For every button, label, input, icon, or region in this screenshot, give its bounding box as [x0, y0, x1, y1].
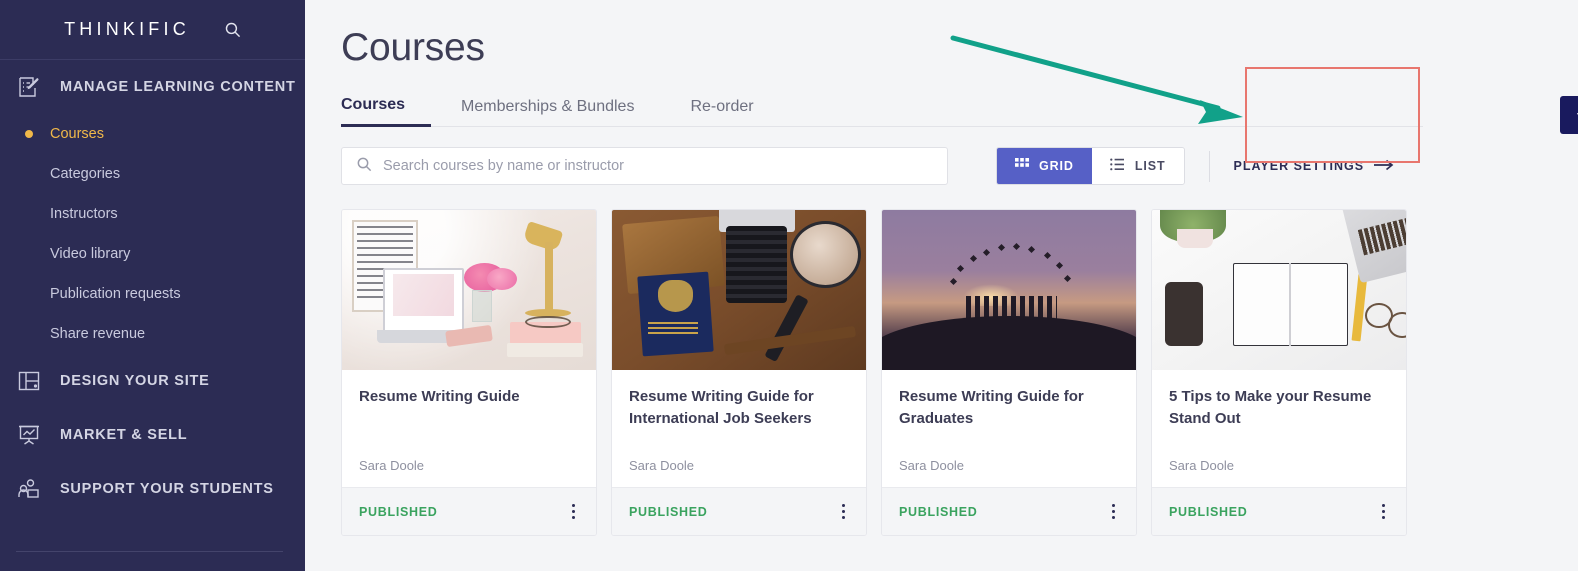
course-card-footer: PUBLISHED — [1152, 487, 1406, 535]
search-icon[interactable] — [224, 21, 241, 38]
course-title: Resume Writing Guide for Graduates — [899, 388, 1084, 427]
sidebar-divider — [16, 551, 283, 552]
sidebar-section-label: MANAGE LEARNING CONTENT — [60, 79, 296, 95]
status-badge: PUBLISHED — [359, 504, 438, 519]
tab-courses[interactable]: Courses — [341, 97, 432, 127]
grid-icon — [1015, 157, 1029, 175]
course-title: Resume Writing Guide — [359, 388, 520, 405]
sidebar-item-label: Share revenue — [50, 326, 146, 342]
view-toggle-list[interactable]: LIST — [1091, 148, 1184, 184]
search-icon — [356, 156, 372, 177]
sidebar-item-label: Publication requests — [50, 286, 181, 302]
sidebar-section-manage-learning-content[interactable]: MANAGE LEARNING CONTENT — [0, 60, 305, 114]
course-card[interactable]: Resume Writing Guide for Graduates Sara … — [881, 209, 1137, 536]
sidebar-section-support-your-students[interactable]: SUPPORT YOUR STUDENTS — [0, 462, 305, 516]
view-toggle-group: GRID LIST — [996, 147, 1185, 185]
course-card-body: 5 Tips to Make your Resume Stand Out Sar… — [1152, 370, 1406, 487]
status-badge: PUBLISHED — [899, 504, 978, 519]
sidebar-item-label: Courses — [50, 126, 104, 142]
list-icon — [1110, 158, 1125, 174]
status-badge: PUBLISHED — [1169, 504, 1248, 519]
sidebar-item-label: Video library — [50, 246, 131, 262]
new-course-button[interactable]: + NEW COURSE — [1560, 96, 1578, 134]
course-author: Sara Doole — [359, 458, 425, 473]
sidebar-item-label: Instructors — [50, 206, 118, 222]
layout-icon — [16, 368, 42, 394]
course-thumbnail-notebook-phone-glasses-flatlay — [1152, 210, 1406, 370]
bullet-placeholder-icon — [25, 330, 33, 338]
sidebar-section-market-and-sell[interactable]: MARKET & SELL — [0, 408, 305, 462]
bullet-placeholder-icon — [25, 210, 33, 218]
main-content: Courses Courses Memberships & Bundles Re… — [305, 0, 1578, 571]
sidebar-section-label: DESIGN YOUR SITE — [60, 373, 210, 389]
page-title: Courses — [341, 26, 485, 69]
course-thumbnail-graduates-silhouette-sunset — [882, 210, 1136, 370]
bullet-placeholder-icon — [25, 290, 33, 298]
kebab-menu-icon[interactable] — [1378, 500, 1389, 523]
toolbar-divider — [1208, 150, 1210, 182]
course-card-footer: PUBLISHED — [612, 487, 866, 535]
edit-document-icon — [16, 74, 42, 100]
people-icon — [16, 476, 42, 502]
course-author: Sara Doole — [1169, 458, 1235, 473]
status-badge: PUBLISHED — [629, 504, 708, 519]
course-card[interactable]: Resume Writing Guide Sara Doole PUBLISHE… — [341, 209, 597, 536]
sidebar-item-share-revenue[interactable]: Share revenue — [0, 314, 305, 354]
course-card-footer: PUBLISHED — [342, 487, 596, 535]
thinkific-admin-page: THINKIFIC MANAGE LEARNING CONTENT Course… — [0, 0, 1578, 571]
course-thumbnail-desk-with-laptop-flowers-lamp — [342, 210, 596, 370]
course-author: Sara Doole — [899, 458, 965, 473]
course-card[interactable]: Resume Writing Guide for International J… — [611, 209, 867, 536]
arrow-right-icon — [1374, 159, 1394, 174]
presentation-chart-icon — [16, 422, 42, 448]
courses-toolbar: GRID LIST PLAYER SETTINGS — [341, 147, 1578, 185]
bullet-placeholder-icon — [25, 250, 33, 258]
kebab-menu-icon[interactable] — [838, 500, 849, 523]
course-author: Sara Doole — [629, 458, 695, 473]
player-settings-label: PLAYER SETTINGS — [1233, 159, 1365, 173]
course-card-footer: PUBLISHED — [882, 487, 1136, 535]
search-courses-box[interactable] — [341, 147, 948, 185]
view-toggle-grid-label: GRID — [1039, 159, 1074, 173]
sidebar-brand-bar: THINKIFIC — [0, 0, 305, 60]
kebab-menu-icon[interactable] — [568, 500, 579, 523]
course-card[interactable]: 5 Tips to Make your Resume Stand Out Sar… — [1151, 209, 1407, 536]
sidebar-item-instructors[interactable]: Instructors — [0, 194, 305, 234]
active-indicator-dot — [25, 130, 33, 138]
sidebar: THINKIFIC MANAGE LEARNING CONTENT Course… — [0, 0, 305, 571]
sidebar-section-label: SUPPORT YOUR STUDENTS — [60, 481, 274, 497]
tab-re-order[interactable]: Re-order — [690, 99, 781, 126]
sidebar-section-design-your-site[interactable]: DESIGN YOUR SITE — [0, 354, 305, 408]
course-thumbnail-passport-camera-leather-bag — [612, 210, 866, 370]
bullet-placeholder-icon — [25, 170, 33, 178]
tab-bar: Courses Memberships & Bundles Re-order — [341, 90, 1423, 127]
view-toggle-list-label: LIST — [1134, 159, 1166, 173]
course-card-body: Resume Writing Guide Sara Doole — [342, 370, 596, 487]
player-settings-link[interactable]: PLAYER SETTINGS — [1234, 159, 1395, 174]
sidebar-item-courses[interactable]: Courses — [0, 114, 305, 154]
brand-logo: THINKIFIC — [64, 19, 190, 39]
kebab-menu-icon[interactable] — [1108, 500, 1119, 523]
course-title: Resume Writing Guide for International J… — [629, 388, 814, 427]
search-input[interactable] — [383, 158, 933, 174]
view-toggle-grid[interactable]: GRID — [997, 148, 1092, 184]
sidebar-item-publication-requests[interactable]: Publication requests — [0, 274, 305, 314]
sidebar-section-label: MARKET & SELL — [60, 427, 188, 443]
course-card-grid: Resume Writing Guide Sara Doole PUBLISHE… — [341, 209, 1578, 536]
sidebar-item-video-library[interactable]: Video library — [0, 234, 305, 274]
sidebar-item-label: Categories — [50, 166, 121, 182]
course-card-body: Resume Writing Guide for International J… — [612, 370, 866, 487]
tab-memberships-and-bundles[interactable]: Memberships & Bundles — [461, 99, 662, 126]
sidebar-item-categories[interactable]: Categories — [0, 154, 305, 194]
course-card-body: Resume Writing Guide for Graduates Sara … — [882, 370, 1136, 487]
course-title: 5 Tips to Make your Resume Stand Out — [1169, 388, 1372, 427]
